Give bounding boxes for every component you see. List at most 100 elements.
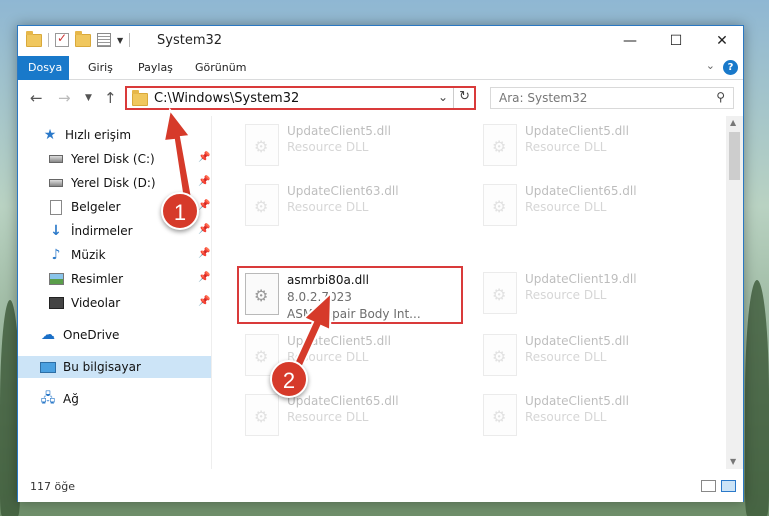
- file-name: UpdateClient5.dll: [525, 124, 629, 138]
- file-list: UpdateClient5.dll Resource DLL UpdateCli…: [213, 116, 726, 469]
- file-name: UpdateClient19.dll: [525, 272, 637, 286]
- step-2-badge: 2: [270, 360, 308, 398]
- file-name: UpdateClient63.dll: [287, 184, 399, 198]
- file-type: Resource DLL: [525, 410, 607, 424]
- sidebar-item-label: Yerel Disk (D:): [71, 176, 156, 190]
- folder-icon: [132, 90, 148, 106]
- file-item[interactable]: UpdateClient19.dll Resource DLL: [475, 266, 700, 322]
- downloads-icon: ↓: [50, 223, 62, 239]
- star-icon: ★: [43, 127, 57, 143]
- videos-icon: [48, 297, 64, 309]
- tab-file[interactable]: Dosya: [18, 56, 69, 80]
- file-type: Resource DLL: [525, 350, 607, 364]
- new-folder-icon[interactable]: [75, 30, 91, 47]
- file-name: UpdateClient5.dll: [525, 334, 629, 348]
- pin-icon[interactable]: 📌: [198, 248, 210, 259]
- file-item[interactable]: UpdateClient5.dll Resource DLL: [475, 328, 700, 384]
- close-button[interactable]: ✕: [699, 26, 745, 56]
- pin-icon[interactable]: 📌: [198, 272, 210, 283]
- maximize-button[interactable]: ☐: [653, 26, 699, 56]
- sidebar-item-pictures[interactable]: Resimler: [48, 268, 123, 290]
- dll-file-icon: [245, 394, 279, 436]
- tab-share[interactable]: Paylaş: [128, 56, 183, 80]
- forward-arrow-icon[interactable]: →: [58, 89, 71, 107]
- pin-icon[interactable]: 📌: [198, 200, 210, 211]
- pin-icon[interactable]: 📌: [198, 296, 210, 307]
- sidebar-item-this-pc[interactable]: Bu bilgisayar: [18, 356, 211, 378]
- sidebar-item-videos[interactable]: Videolar: [48, 292, 120, 314]
- file-item[interactable]: UpdateClient5.dll Resource DLL: [475, 118, 700, 174]
- disk-icon: [49, 179, 63, 187]
- recent-locations-icon[interactable]: ▼: [85, 93, 92, 103]
- vertical-scrollbar[interactable]: ▲ ▼: [726, 116, 743, 469]
- navigation-pane: ★ Hızlı erişim Yerel Disk (C:) 📌 Yerel D…: [18, 116, 212, 469]
- sidebar-item-onedrive[interactable]: ☁ OneDrive: [40, 324, 119, 346]
- file-type: Resource DLL: [287, 200, 369, 214]
- scroll-down-icon[interactable]: ▼: [730, 457, 736, 466]
- up-arrow-icon[interactable]: ↑: [104, 89, 117, 107]
- cloud-icon: ☁: [41, 327, 55, 343]
- sidebar-item-documents[interactable]: Belgeler: [48, 196, 121, 218]
- pin-icon[interactable]: 📌: [198, 152, 210, 163]
- tab-home[interactable]: Giriş: [78, 56, 123, 80]
- divider: [453, 88, 454, 108]
- sidebar-item-disk-c[interactable]: Yerel Disk (C:): [48, 148, 155, 170]
- scroll-up-icon[interactable]: ▲: [730, 118, 736, 127]
- file-name: UpdateClient65.dll: [525, 184, 637, 198]
- tab-view[interactable]: Görünüm: [185, 56, 256, 80]
- file-name: UpdateClient5.dll: [287, 334, 391, 348]
- sidebar-item-disk-d[interactable]: Yerel Disk (D:): [48, 172, 156, 194]
- sidebar-item-downloads[interactable]: ↓ İndirmeler: [48, 220, 132, 242]
- file-item[interactable]: UpdateClient5.dll Resource DLL: [237, 118, 462, 174]
- file-type: Resource DLL: [525, 288, 607, 302]
- chevron-down-icon[interactable]: ⌄: [438, 90, 448, 104]
- file-explorer-window: ▼ System32 — ☐ ✕ Dosya Giriş Paylaş Görü…: [17, 25, 744, 502]
- step-1-badge: 1: [161, 192, 199, 230]
- help-icon[interactable]: ?: [723, 60, 738, 75]
- file-item[interactable]: UpdateClient65.dll Resource DLL: [475, 178, 700, 234]
- address-bar[interactable]: C:\Windows\System32 ⌄ ↻: [125, 86, 476, 110]
- dll-file-icon: [245, 184, 279, 226]
- sidebar-item-label: Ağ: [63, 392, 79, 406]
- sidebar-item-label: Resimler: [71, 272, 124, 286]
- sidebar-item-label: Müzik: [71, 248, 106, 262]
- sidebar-item-network[interactable]: 🖧 Ağ: [40, 388, 79, 410]
- sidebar-item-label: Belgeler: [71, 200, 121, 214]
- scroll-thumb[interactable]: [729, 132, 740, 180]
- address-path[interactable]: C:\Windows\System32: [154, 91, 299, 106]
- sidebar-item-quick-access[interactable]: ★ Hızlı erişim: [42, 124, 131, 146]
- sidebar-item-label: Hızlı erişim: [65, 128, 132, 142]
- network-icon: 🖧: [40, 391, 56, 406]
- quick-access-toolbar: ▼: [26, 30, 131, 47]
- dll-file-icon: [483, 272, 517, 314]
- file-name: UpdateClient5.dll: [287, 124, 391, 138]
- navigation-bar: ← → ▼ ↑ C:\Windows\System32 ⌄ ↻ Ara: Sys…: [18, 80, 743, 116]
- sidebar-item-music[interactable]: ♪ Müzik: [48, 244, 106, 266]
- expand-ribbon-icon[interactable]: ⌄: [706, 59, 715, 72]
- search-placeholder[interactable]: Ara: System32: [499, 91, 587, 105]
- search-box[interactable]: Ara: System32 ⚲: [490, 87, 734, 109]
- pin-icon[interactable]: 📌: [198, 176, 210, 187]
- file-item[interactable]: UpdateClient63.dll Resource DLL: [237, 178, 462, 234]
- background-tree: [745, 280, 769, 516]
- window-title: System32: [157, 33, 223, 48]
- highlight-box: [237, 266, 463, 324]
- properties-icon[interactable]: [97, 33, 111, 47]
- back-arrow-icon[interactable]: ←: [30, 89, 43, 107]
- file-type: Resource DLL: [287, 410, 369, 424]
- properties-check-icon[interactable]: [55, 31, 69, 47]
- file-item[interactable]: UpdateClient5.dll Resource DLL: [475, 388, 700, 444]
- pin-icon[interactable]: 📌: [198, 224, 210, 235]
- dll-file-icon: [483, 184, 517, 226]
- file-item[interactable]: UpdateClient65.dll Resource DLL: [237, 388, 462, 444]
- file-type: Resource DLL: [287, 140, 369, 154]
- details-view-icon[interactable]: [701, 480, 716, 492]
- dll-file-icon: [483, 394, 517, 436]
- documents-icon: [50, 199, 62, 215]
- folder-icon: [26, 30, 42, 47]
- refresh-icon[interactable]: ↻: [459, 89, 470, 104]
- search-icon[interactable]: ⚲: [716, 90, 725, 104]
- tiles-view-icon[interactable]: [721, 480, 736, 492]
- minimize-button[interactable]: —: [607, 26, 653, 56]
- customize-toolbar-icon[interactable]: ▼: [117, 36, 123, 45]
